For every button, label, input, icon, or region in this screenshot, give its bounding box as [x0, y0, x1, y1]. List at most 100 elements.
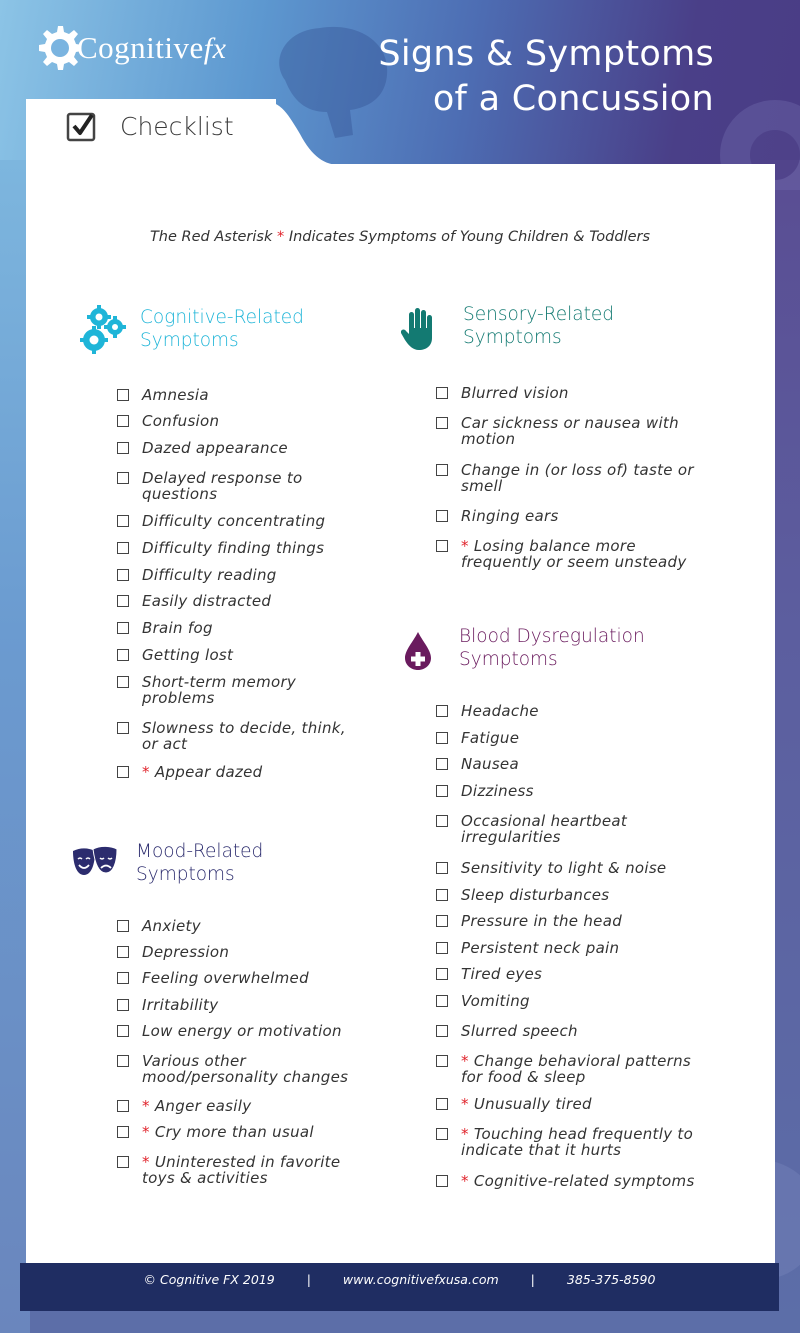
checklist-item[interactable]: Easily distracted — [117, 593, 357, 609]
checkbox[interactable] — [117, 946, 129, 958]
section-sensory: Sensory-Related Symptoms — [393, 303, 614, 353]
checkbox[interactable] — [436, 1055, 448, 1067]
checkbox[interactable] — [436, 464, 448, 476]
checkbox[interactable] — [436, 705, 448, 717]
checkbox[interactable] — [117, 515, 129, 527]
checklist-item[interactable]: * Touching head frequently to indicate t… — [436, 1126, 706, 1158]
checkbox[interactable] — [436, 417, 448, 429]
checklist-item[interactable]: * Change behavioral patterns for food & … — [436, 1053, 706, 1085]
checkbox[interactable] — [117, 1156, 129, 1168]
checklist-item[interactable]: * Anger easily — [117, 1098, 367, 1114]
checklist-item[interactable]: Car sickness or nausea with motion — [436, 415, 706, 447]
checkbox[interactable] — [117, 999, 129, 1011]
checkbox[interactable] — [117, 1055, 129, 1067]
checkbox[interactable] — [117, 722, 129, 734]
checklist-item-text: Slowness to decide, think, or act — [142, 719, 346, 753]
checkbox[interactable] — [436, 942, 448, 954]
checkbox[interactable] — [436, 995, 448, 1007]
checkbox[interactable] — [436, 1128, 448, 1140]
checklist-item[interactable]: Anxiety — [117, 918, 367, 934]
section-cognitive: Cognitive-Related Symptoms — [78, 305, 304, 355]
checklist-item[interactable]: Slowness to decide, think, or act — [117, 720, 357, 752]
checkbox[interactable] — [117, 442, 129, 454]
checklist-item[interactable]: Headache — [436, 703, 706, 719]
checklist-item[interactable]: Sensitivity to light & noise — [436, 860, 706, 876]
checkbox[interactable] — [117, 1100, 129, 1112]
checklist-item[interactable]: Difficulty reading — [117, 567, 357, 583]
checkbox[interactable] — [436, 915, 448, 927]
checkbox[interactable] — [117, 972, 129, 984]
checklist-item[interactable]: Brain fog — [117, 620, 357, 636]
checklist-item[interactable]: Ringing ears — [436, 508, 706, 524]
checkbox[interactable] — [117, 595, 129, 607]
checkbox[interactable] — [436, 1098, 448, 1110]
checklist-item[interactable]: Amnesia — [117, 387, 357, 403]
checklist-item[interactable]: Fatigue — [436, 730, 706, 746]
checklist-item[interactable]: Low energy or motivation — [117, 1023, 367, 1039]
checklist-item[interactable]: Depression — [117, 944, 367, 960]
checklist-item[interactable]: Slurred speech — [436, 1023, 706, 1039]
checkbox[interactable] — [117, 1126, 129, 1138]
checklist-item-text: Amnesia — [142, 386, 209, 404]
checklist-item[interactable]: Various other mood/personality changes — [117, 1053, 367, 1085]
checkbox[interactable] — [436, 540, 448, 552]
checklist-item[interactable]: * Losing balance more frequently or seem… — [436, 538, 706, 570]
checkbox[interactable] — [436, 862, 448, 874]
logo-fx-text: fx — [203, 32, 227, 65]
checklist-item[interactable]: Nausea — [436, 756, 706, 772]
checkbox[interactable] — [117, 542, 129, 554]
checklist-item[interactable]: Blurred vision — [436, 385, 706, 401]
checklist-item[interactable]: Change in (or loss of) taste or smell — [436, 462, 706, 494]
checkbox[interactable] — [436, 815, 448, 827]
checkbox[interactable] — [436, 732, 448, 744]
checkbox[interactable] — [117, 389, 129, 401]
checklist-item[interactable]: Occasional heartbeat irregularities — [436, 813, 706, 845]
checklist-item[interactable]: Dazed appearance — [117, 440, 357, 456]
checkbox[interactable] — [436, 1025, 448, 1037]
section-title-line-1: Mood-Related — [136, 841, 264, 862]
checklist-item[interactable]: Feeling overwhelmed — [117, 970, 367, 986]
checklist-item-label: Difficulty concentrating — [142, 513, 325, 529]
checkbox[interactable] — [117, 920, 129, 932]
checklist-item[interactable]: Vomiting — [436, 993, 706, 1009]
checkbox[interactable] — [117, 569, 129, 581]
checklist-item[interactable]: Confusion — [117, 413, 357, 429]
checklist-item[interactable]: * Cognitive-related symptoms — [436, 1173, 706, 1189]
checkbox[interactable] — [436, 889, 448, 901]
checkbox[interactable] — [436, 510, 448, 522]
checklist-item-label: Sensitivity to light & noise — [461, 860, 666, 876]
checklist-item-label: * Unusually tired — [461, 1096, 592, 1112]
checklist-item-text: Difficulty reading — [142, 566, 277, 584]
checkbox[interactable] — [436, 968, 448, 980]
checklist-item[interactable]: Getting lost — [117, 647, 357, 663]
checklist-item[interactable]: Tired eyes — [436, 966, 706, 982]
checkbox[interactable] — [436, 758, 448, 770]
checklist-item[interactable]: Short-term memory problems — [117, 674, 357, 706]
checklist-item[interactable]: * Cry more than usual — [117, 1124, 367, 1140]
checkbox[interactable] — [117, 1025, 129, 1037]
checklist-item[interactable]: * Uninterested in favorite toys & activi… — [117, 1154, 367, 1186]
checklist-item[interactable]: * Unusually tired — [436, 1096, 706, 1112]
checklist-item[interactable]: Dizziness — [436, 783, 706, 799]
checklist-item-text: Low energy or motivation — [142, 1022, 342, 1040]
checklist-item[interactable]: * Appear dazed — [117, 764, 357, 780]
checklist-item[interactable]: Difficulty concentrating — [117, 513, 357, 529]
checkbox[interactable] — [117, 766, 129, 778]
checklist-item[interactable]: Persistent neck pain — [436, 940, 706, 956]
checkbox[interactable] — [117, 649, 129, 661]
checklist-item[interactable]: Pressure in the head — [436, 913, 706, 929]
checklist-item[interactable]: Delayed response to questions — [117, 470, 357, 502]
checkbox[interactable] — [436, 785, 448, 797]
checkbox[interactable] — [117, 622, 129, 634]
footer-website-link[interactable]: www.cognitivefxusa.com — [343, 1272, 499, 1287]
footer-phone[interactable]: 385-375-8590 — [567, 1272, 656, 1287]
checkbox[interactable] — [436, 387, 448, 399]
checkbox[interactable] — [117, 415, 129, 427]
checklist-item[interactable]: Sleep disturbances — [436, 887, 706, 903]
checkbox[interactable] — [117, 676, 129, 688]
checkbox[interactable] — [117, 472, 129, 484]
checklist-item[interactable]: Irritability — [117, 997, 367, 1013]
checklist-item[interactable]: Difficulty finding things — [117, 540, 357, 556]
child-asterisk: * — [142, 1123, 155, 1141]
checkbox[interactable] — [436, 1175, 448, 1187]
